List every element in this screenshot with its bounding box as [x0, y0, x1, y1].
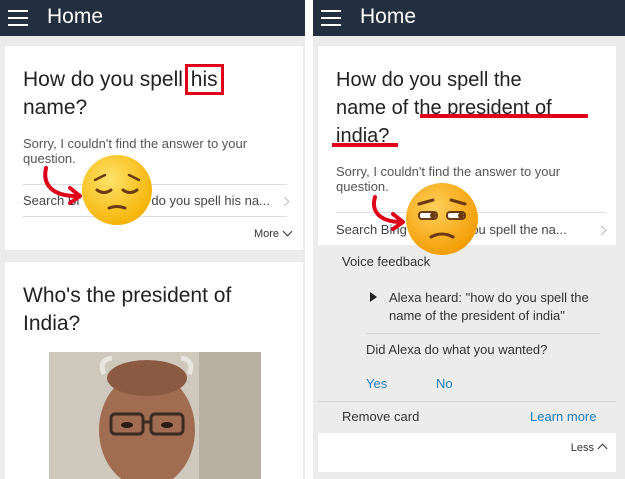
president-photo	[49, 352, 261, 479]
highlighted-word: his	[184, 64, 224, 95]
menu-icon[interactable]	[321, 10, 341, 26]
app-title: Home	[47, 5, 104, 28]
alexa-heard-text: Alexa heard: "how do you spell the name …	[389, 290, 589, 323]
app-title: Home	[360, 5, 417, 28]
chevron-right-icon	[596, 225, 607, 236]
voice-feedback-section: Voice feedback Alexa heard: "how do you …	[318, 245, 616, 472]
more-label: More	[253, 228, 279, 240]
app-bar: Home	[313, 0, 625, 36]
question-text-part: name?	[23, 96, 88, 119]
remove-card-button[interactable]: Remove card	[342, 409, 419, 424]
more-button[interactable]: More	[253, 226, 293, 240]
question-line: name of	[336, 97, 414, 119]
less-button[interactable]: Less	[570, 442, 608, 454]
question-card: How do you spell his name? Sorry, I coul…	[5, 46, 303, 250]
play-triangle-icon[interactable]	[370, 292, 377, 302]
yes-button[interactable]: Yes	[366, 376, 387, 391]
chevron-up-icon	[597, 443, 608, 454]
learn-more-link[interactable]: Learn more	[530, 409, 596, 424]
panel-gap	[305, 0, 313, 479]
less-label: Less	[570, 442, 594, 454]
no-button[interactable]: No	[436, 376, 453, 391]
question-text: Who's the president of India?	[23, 284, 232, 335]
question-text: How do you spell the name of the preside…	[336, 66, 606, 150]
divider	[318, 401, 616, 402]
unamused-face-emoji	[406, 183, 478, 255]
question-text-part: How do you spell	[23, 68, 189, 91]
question-card-expanded: How do you spell the name of the preside…	[318, 46, 616, 472]
divider	[23, 216, 287, 217]
question-text: How do you spell his name?	[23, 64, 293, 122]
search-link-query: you spell the na...	[464, 222, 567, 237]
right-screen: Home How do you spell the name of the pr…	[313, 0, 625, 479]
did-alexa-question: Did Alexa do what you wanted?	[366, 342, 548, 357]
app-bar: Home	[0, 0, 305, 36]
divider	[366, 333, 600, 334]
menu-icon[interactable]	[8, 10, 28, 26]
question-line: How do you spell the	[336, 69, 522, 91]
chevron-right-icon	[279, 196, 290, 207]
pensive-face-emoji	[82, 155, 152, 225]
chevron-down-icon	[282, 226, 293, 237]
search-link-query: do you spell his na...	[151, 193, 270, 208]
president-photo-image	[49, 352, 261, 479]
president-card: Who's the president of India?	[5, 262, 303, 479]
red-underline	[420, 114, 588, 118]
red-underline	[332, 143, 398, 147]
left-screen: Home How do you spell his name? Sorry, I…	[0, 0, 305, 479]
voice-feedback-label: Voice feedback	[342, 254, 431, 269]
